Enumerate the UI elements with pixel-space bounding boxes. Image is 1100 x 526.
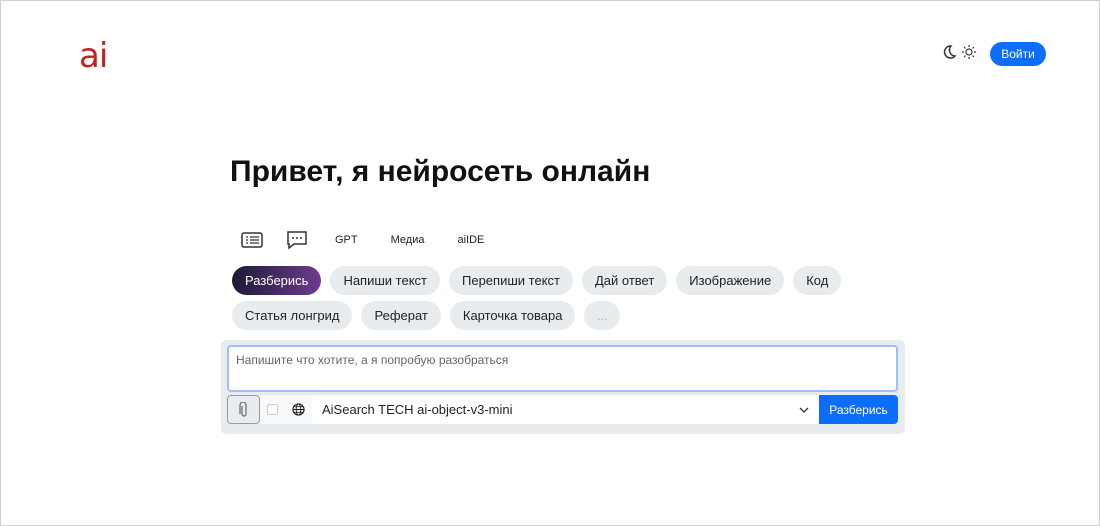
page-title: Привет, я нейросеть онлайн bbox=[230, 155, 651, 188]
sun-icon[interactable] bbox=[961, 44, 977, 60]
prompt-box: Напишите что хотите, а я попробую разобр… bbox=[221, 340, 905, 434]
tab-media[interactable]: Медиа bbox=[391, 234, 425, 246]
prompt-toolbar: AiSearch TECH ai-object-v3-mini Разберис… bbox=[227, 395, 898, 424]
chip-razberis[interactable]: Разберись bbox=[232, 266, 322, 295]
prompt-input[interactable]: Напишите что хотите, а я попробую разобр… bbox=[227, 345, 898, 392]
chevron-down-icon bbox=[799, 407, 809, 413]
chip-rewrite-text[interactable]: Перепиши текст bbox=[449, 266, 573, 295]
theme-toggle[interactable] bbox=[941, 44, 977, 60]
chip-image[interactable]: Изображение bbox=[676, 266, 785, 295]
model-select[interactable]: AiSearch TECH ai-object-v3-mini bbox=[312, 395, 819, 424]
chips-row-2: Статья лонгрид Реферат Карточка товара .… bbox=[232, 301, 621, 330]
web-search-checkbox[interactable] bbox=[267, 404, 278, 415]
chip-more[interactable]: ... bbox=[584, 301, 621, 330]
mode-tabs: GPT Медиа aiIDE bbox=[241, 230, 517, 250]
list-icon[interactable] bbox=[241, 231, 263, 249]
chip-product-card[interactable]: Карточка товара bbox=[449, 301, 576, 330]
logo[interactable]: ai bbox=[79, 39, 108, 73]
chat-icon[interactable] bbox=[286, 230, 308, 250]
globe-icon bbox=[292, 403, 305, 416]
paperclip-icon bbox=[238, 401, 247, 417]
tab-aiide[interactable]: aiIDE bbox=[457, 234, 484, 246]
moon-icon[interactable] bbox=[941, 44, 957, 60]
tab-gpt[interactable]: GPT bbox=[335, 234, 358, 246]
chip-essay[interactable]: Реферат bbox=[361, 301, 441, 330]
submit-button[interactable]: Разберись bbox=[819, 395, 898, 424]
chip-write-text[interactable]: Напиши текст bbox=[330, 266, 440, 295]
model-select-value: AiSearch TECH ai-object-v3-mini bbox=[322, 402, 513, 417]
attach-button[interactable] bbox=[227, 395, 260, 424]
chip-code[interactable]: Код bbox=[793, 266, 842, 295]
login-button[interactable]: Войти bbox=[990, 42, 1046, 66]
chip-longread[interactable]: Статья лонгрид bbox=[232, 301, 353, 330]
chip-answer[interactable]: Дай ответ bbox=[581, 266, 668, 295]
chips-row-1: Разберись Напиши текст Перепиши текст Да… bbox=[232, 266, 842, 295]
